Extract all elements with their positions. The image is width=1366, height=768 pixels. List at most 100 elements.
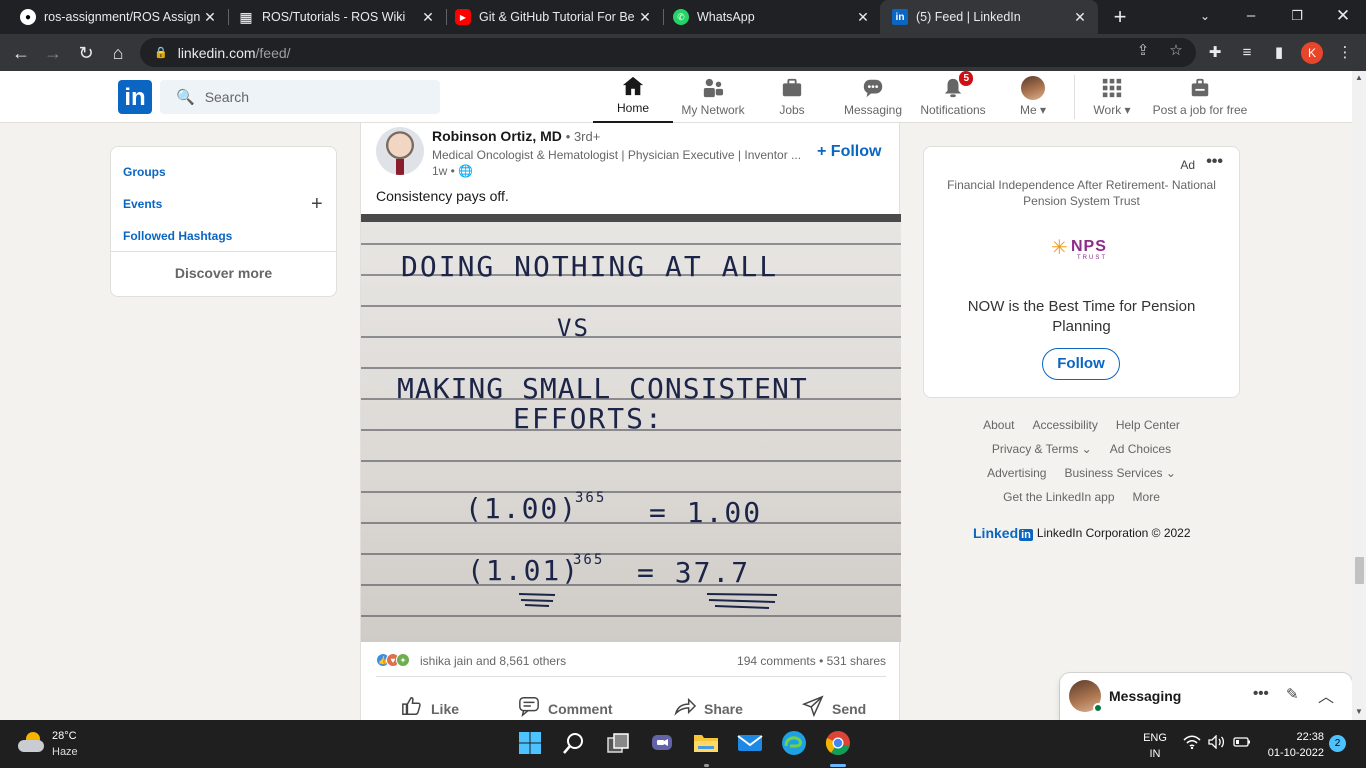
url-path: /feed/ xyxy=(255,44,291,61)
reload-icon[interactable]: ↻ xyxy=(73,40,99,66)
linkedin-icon: in xyxy=(892,9,908,25)
nav-notifications[interactable]: 5 Notifications xyxy=(912,71,994,123)
footer-link-privacy-terms[interactable]: Privacy & Terms ⌄ xyxy=(992,442,1092,466)
nav-my-network[interactable]: My Network xyxy=(673,71,753,123)
notification-center-badge[interactable]: 2 xyxy=(1329,735,1346,752)
restore-button[interactable]: ❐ xyxy=(1274,0,1320,34)
ad-headline[interactable]: NOW is the Best Time for Pension Plannin… xyxy=(954,297,1209,337)
search-icon[interactable] xyxy=(560,729,588,757)
new-tab-button[interactable]: + xyxy=(1108,4,1132,30)
share-button[interactable]: Share xyxy=(674,695,743,723)
chevron-up-icon[interactable]: ︿ xyxy=(1318,683,1334,707)
page-scrollbar[interactable]: ▲ ▼ xyxy=(1352,71,1366,720)
nav-messaging[interactable]: Messaging xyxy=(834,71,912,123)
nav-post-job[interactable]: Post a job for free xyxy=(1148,71,1252,123)
footer-link-accessibility[interactable]: Accessibility xyxy=(1032,418,1097,442)
mail-icon[interactable] xyxy=(736,729,764,757)
events-link[interactable]: Events xyxy=(123,197,162,211)
ad-card: Ad ••• Financial Independence After Reti… xyxy=(923,146,1240,398)
battery-icon[interactable] xyxy=(1233,735,1251,752)
side-panel-icon[interactable]: ▮ xyxy=(1266,40,1292,66)
close-window-button[interactable]: ✕ xyxy=(1320,0,1366,34)
bookmark-star-icon[interactable]: ☆ xyxy=(1163,38,1189,64)
footer-link-ad-choices[interactable]: Ad Choices xyxy=(1110,442,1171,466)
profile-avatar[interactable]: K xyxy=(1301,42,1323,64)
browser-menu-icon[interactable]: ⋮ xyxy=(1332,40,1358,66)
extensions-puzzle-icon[interactable]: ✚ xyxy=(1202,40,1228,66)
nav-work[interactable]: Work ▾ xyxy=(1082,71,1142,123)
weather-description[interactable]: Haze xyxy=(52,746,78,758)
ad-follow-button[interactable]: Follow xyxy=(1042,348,1120,380)
input-language[interactable]: ENG IN xyxy=(1143,730,1167,762)
compose-icon[interactable]: ✎ xyxy=(1286,685,1299,703)
author-avatar[interactable] xyxy=(376,127,424,175)
volume-icon[interactable] xyxy=(1208,734,1226,752)
close-icon[interactable]: ✕ xyxy=(853,9,873,26)
minimize-button[interactable]: – xyxy=(1228,0,1274,34)
like-button[interactable]: Like xyxy=(401,695,459,723)
post-image[interactable]: DOING NOTHING AT ALL VS MAKING SMALL CON… xyxy=(361,214,901,642)
reaction-icons[interactable]: 👍 ♥ ✦ xyxy=(376,653,410,667)
comments-shares-count[interactable]: 194 comments • 531 shares xyxy=(737,654,886,668)
reactions-summary[interactable]: ishika jain and 8,561 others xyxy=(420,654,566,668)
me-avatar xyxy=(1021,76,1045,100)
nps-trust-logo[interactable]: ✳ NPS TRUST xyxy=(1051,235,1115,265)
scroll-down-arrow-icon[interactable]: ▼ xyxy=(1352,707,1366,716)
messaging-overlay[interactable]: Messaging ••• ✎ ︿ xyxy=(1060,673,1352,720)
footer-link-more[interactable]: More xyxy=(1133,490,1160,514)
file-explorer-icon[interactable] xyxy=(692,729,720,757)
home-icon[interactable]: ⌂ xyxy=(105,40,131,66)
scroll-up-arrow-icon[interactable]: ▲ xyxy=(1352,73,1366,82)
close-icon[interactable]: ✕ xyxy=(1070,9,1090,26)
followed-hashtags-link[interactable]: Followed Hashtags xyxy=(123,229,232,243)
tab-youtube[interactable]: ▶ Git & GitHub Tutorial For Beg ✕ xyxy=(435,0,663,34)
share-icon[interactable]: ⇪ xyxy=(1130,38,1156,64)
footer-link-advertising[interactable]: Advertising xyxy=(987,466,1046,490)
image-equation-result: = 37.7 xyxy=(637,556,751,589)
forward-arrow-icon[interactable]: → xyxy=(40,40,66,66)
footer-link-help-center[interactable]: Help Center xyxy=(1116,418,1180,442)
footer-link-get-app[interactable]: Get the LinkedIn app xyxy=(1003,490,1114,514)
linkedin-logo[interactable]: in xyxy=(118,80,152,114)
task-view-icon[interactable] xyxy=(604,729,632,757)
system-clock[interactable]: 22:38 01-10-2022 xyxy=(1262,729,1324,761)
reading-list-icon[interactable]: ≡ xyxy=(1234,40,1260,66)
start-windows-icon[interactable] xyxy=(516,729,544,757)
tab-linkedin[interactable]: in (5) Feed | LinkedIn ✕ xyxy=(880,0,1098,34)
comment-button[interactable]: Comment xyxy=(518,695,613,723)
search-input[interactable] xyxy=(204,89,425,105)
edge-browser-icon[interactable] xyxy=(780,729,808,757)
ad-sponsor-text[interactable]: Financial Independence After Retirement-… xyxy=(944,177,1219,209)
send-button[interactable]: Send xyxy=(801,695,866,723)
nav-home[interactable]: Home xyxy=(593,71,673,123)
footer-link-business-services[interactable]: Business Services ⌄ xyxy=(1064,466,1175,490)
footer-link-about[interactable]: About xyxy=(983,418,1014,442)
image-equation-base: (1.01) xyxy=(467,554,581,587)
scrollbar-thumb[interactable] xyxy=(1355,557,1364,584)
close-icon[interactable]: ✕ xyxy=(200,9,220,26)
address-bar[interactable]: 🔒 linkedin.com/feed/ xyxy=(140,38,1196,67)
follow-author-button[interactable]: + Follow xyxy=(817,143,881,161)
more-options-icon[interactable]: ••• xyxy=(1253,685,1269,702)
nav-jobs[interactable]: Jobs xyxy=(757,71,827,123)
tab-ros-wiki[interactable]: ▦ ROS/Tutorials - ROS Wiki ✕ xyxy=(218,0,446,34)
nav-me[interactable]: Me ▾ xyxy=(1000,71,1066,123)
close-icon[interactable]: ✕ xyxy=(635,9,655,26)
add-event-plus-icon[interactable]: + xyxy=(311,193,323,216)
messaging-title[interactable]: Messaging xyxy=(1109,688,1181,704)
chrome-browser-icon[interactable] xyxy=(824,729,852,757)
tab-github[interactable]: ● ros-assignment/ROS Assignm ✕ xyxy=(0,0,228,34)
lock-icon[interactable]: 🔒 xyxy=(154,46,168,59)
author-name[interactable]: Robinson Ortiz, MD • 3rd+ xyxy=(432,128,600,144)
discover-more-button[interactable]: Discover more xyxy=(111,265,336,281)
search-box[interactable]: 🔍 xyxy=(160,80,440,114)
wifi-icon[interactable] xyxy=(1183,735,1201,752)
more-options-icon[interactable]: ••• xyxy=(1206,153,1223,171)
back-arrow-icon[interactable]: ← xyxy=(8,40,34,66)
tab-whatsapp[interactable]: ✆ WhatsApp ✕ xyxy=(653,0,881,34)
weather-temperature[interactable]: 28°C xyxy=(52,730,77,742)
groups-link[interactable]: Groups xyxy=(123,165,166,179)
teams-chat-icon[interactable] xyxy=(648,729,676,757)
tab-search-chevron-icon[interactable]: ⌄ xyxy=(1182,0,1228,34)
weather-haze-icon[interactable] xyxy=(18,732,44,754)
